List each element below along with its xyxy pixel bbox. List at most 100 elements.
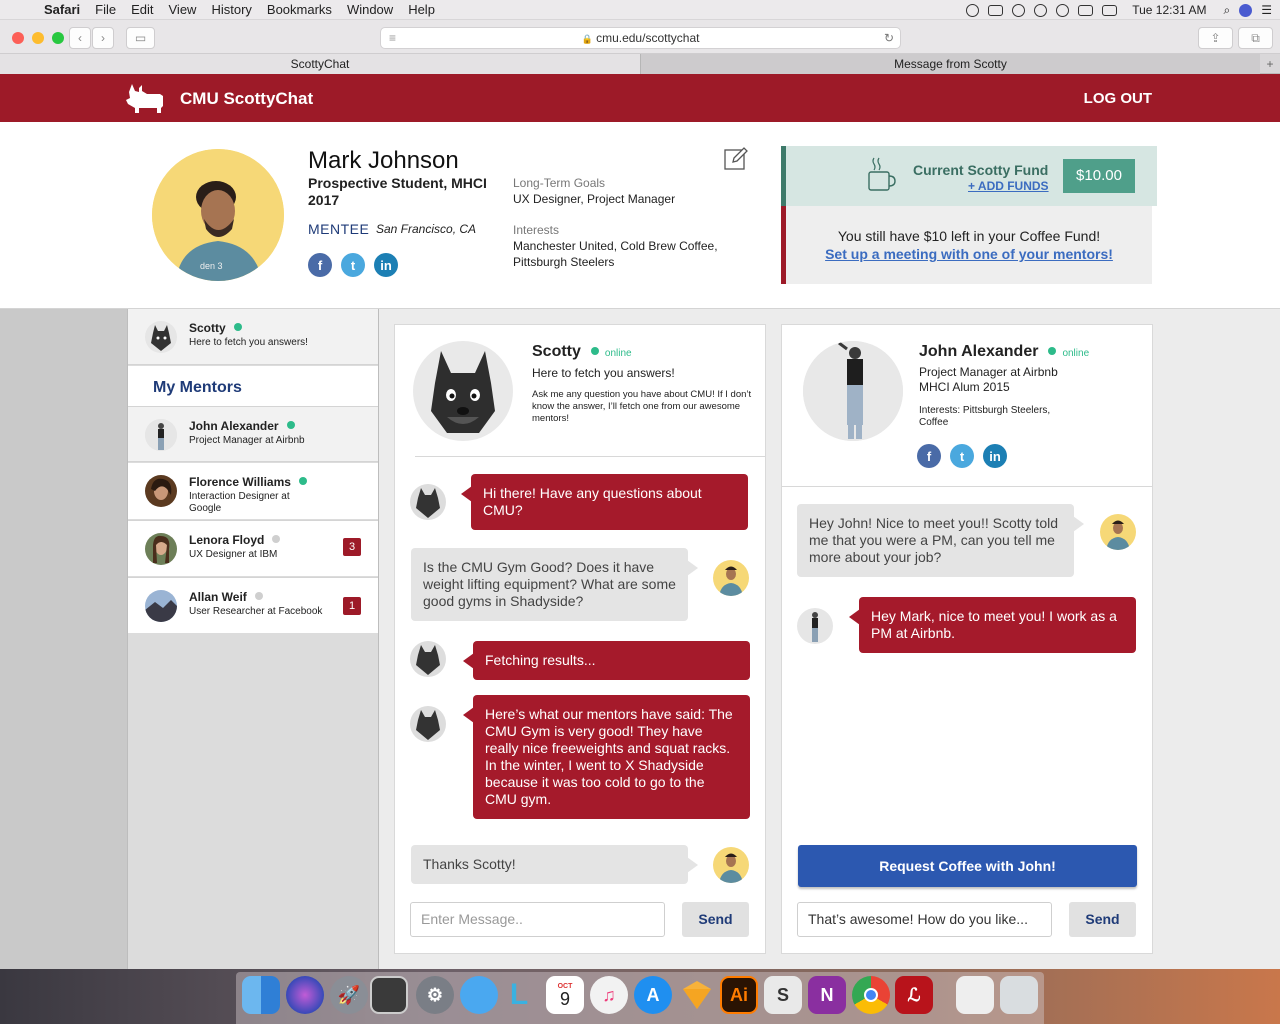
share-icon[interactable]: ⇪ <box>1198 27 1233 49</box>
scotty-tagline: Here to fetch you answers! <box>532 366 675 380</box>
reader-icon[interactable]: ≡ <box>389 28 396 48</box>
scotty-chat-panel: Scotty online Here to fetch you answers! … <box>394 324 766 954</box>
trash-icon[interactable] <box>1000 976 1038 1014</box>
twitter-icon[interactable]: t <box>341 253 365 277</box>
add-funds-link[interactable]: + ADD FUNDS <box>968 179 1049 193</box>
url-text[interactable]: cmu.edu/scottychat <box>596 31 699 45</box>
launchpad-icon[interactable]: 🚀 <box>330 976 368 1014</box>
scrivener-icon[interactable]: S <box>764 976 802 1014</box>
address-bar[interactable]: ≡ 🔒 cmu.edu/scottychat ↻ <box>380 27 901 49</box>
sidebar-item-john-alexander[interactable]: John Alexander Project Manager at Airbnb <box>128 406 378 462</box>
mentor-title: User Researcher at Facebook <box>189 606 323 617</box>
siri-menu-icon[interactable] <box>1239 3 1253 17</box>
close-window-icon[interactable] <box>12 32 24 44</box>
setup-meeting-link[interactable]: Set up a meeting with one of your mentor… <box>786 246 1152 262</box>
notification-center-icon[interactable]: ☰ <box>1261 3 1272 17</box>
wifi-icon[interactable] <box>1056 3 1070 17</box>
menu-view[interactable]: View <box>169 2 197 17</box>
macos-menubar: Safari File Edit View History Bookmarks … <box>0 0 1280 20</box>
profile-location: San Francisco, CA <box>376 222 477 236</box>
online-status-dot <box>298 477 307 485</box>
john-interests: Interests: Pittsburgh Steelers, Coffee <box>919 405 1051 428</box>
chat-message-bot: Hi there! Have any questions about CMU? <box>461 474 748 530</box>
menu-window[interactable]: Window <box>347 2 393 17</box>
tab-overview-icon[interactable]: ⧉ <box>1238 27 1273 49</box>
menu-file[interactable]: File <box>95 2 116 17</box>
sidebar-toggle-icon[interactable]: ▭ <box>126 27 155 49</box>
illustrator-icon[interactable]: Ai <box>720 976 758 1014</box>
menu-help[interactable]: Help <box>408 2 435 17</box>
tab-scottychat[interactable]: ScottyChat <box>0 54 640 74</box>
linkedin-icon[interactable]: in <box>983 444 1007 468</box>
creative-cloud-icon[interactable] <box>966 3 980 17</box>
forward-button[interactable]: › <box>92 27 114 49</box>
john-send-button[interactable]: Send <box>1069 902 1136 937</box>
new-tab-icon[interactable]: + <box>1260 54 1280 74</box>
mentor-name: Florence Williams <box>189 475 307 489</box>
minimize-window-icon[interactable] <box>32 32 44 44</box>
mentor-name: John Alexander <box>189 419 295 433</box>
siri-icon[interactable] <box>286 976 324 1014</box>
browser-tabs: ScottyChat Message from Scotty + <box>0 54 1280 74</box>
online-status-text: online <box>604 348 632 359</box>
online-status-dot <box>1048 347 1057 355</box>
spotlight-search-icon[interactable]: ⌕ <box>1224 3 1231 18</box>
user-message-avatar <box>713 560 749 596</box>
chrome-icon[interactable] <box>852 976 890 1014</box>
calendar-day: 9 <box>559 988 570 1009</box>
facebook-icon[interactable]: f <box>917 444 941 468</box>
scotty-send-button[interactable]: Send <box>682 902 749 937</box>
john-message-input[interactable]: That’s awesome! How do you like... <box>797 902 1052 937</box>
app-name[interactable]: CMU ScottyChat <box>180 89 313 109</box>
menu-edit[interactable]: Edit <box>131 2 153 17</box>
clock[interactable]: Tue 12:31 AM <box>1132 3 1206 17</box>
lynda-icon[interactable]: L <box>500 976 538 1014</box>
reload-icon[interactable]: ↻ <box>884 28 894 48</box>
online-status-dot <box>590 347 599 355</box>
menu-history[interactable]: History <box>211 2 251 17</box>
itunes-icon[interactable]: ♫ <box>590 976 628 1014</box>
online-status-dot <box>286 421 295 429</box>
edit-profile-icon[interactable] <box>723 145 749 171</box>
fund-label: Current Scotty Fund <box>913 162 1049 178</box>
back-button[interactable]: ‹ <box>69 27 91 49</box>
do-not-disturb-icon[interactable] <box>1034 3 1048 17</box>
john-chat-name: John Alexander online <box>919 343 1090 360</box>
photo-icon[interactable] <box>370 976 408 1014</box>
calendar-icon[interactable]: OCT 9 <box>546 976 584 1014</box>
scotty-message-input[interactable]: Enter Message.. <box>410 902 665 937</box>
zoom-window-icon[interactable] <box>52 32 64 44</box>
sidebar-item-scotty[interactable]: Scotty Here to fetch you answers! <box>128 309 378 365</box>
sketch-icon[interactable] <box>678 976 716 1014</box>
sidebar-item-lenora-floyd[interactable]: Lenora Floyd UX Designer at IBM 3 <box>128 520 378 576</box>
linkedin-icon[interactable]: in <box>374 253 398 277</box>
john-alum: MHCI Alum 2015 <box>919 380 1010 394</box>
skype-icon[interactable] <box>1012 3 1026 17</box>
battery-icon[interactable] <box>1102 4 1118 16</box>
twitter-icon[interactable]: t <box>950 444 974 468</box>
logout-button[interactable]: LOG OUT <box>1084 90 1152 107</box>
downloads-icon[interactable] <box>956 976 994 1014</box>
chat-message-user: Thanks Scotty! <box>411 845 698 884</box>
menu-bookmarks[interactable]: Bookmarks <box>267 2 332 17</box>
john-avatar <box>145 419 177 451</box>
fund-amount: $10.00 <box>1063 159 1135 193</box>
airplay-icon[interactable] <box>1078 4 1094 16</box>
sidebar: Scotty Here to fetch you answers! My Men… <box>127 309 379 969</box>
sidebar-item-allan-weif[interactable]: Allan Weif User Researcher at Facebook 1 <box>128 577 378 633</box>
sidebar-item-florence-williams[interactable]: Florence Williams Interaction Designer a… <box>128 463 378 519</box>
menu-app-name[interactable]: Safari <box>44 2 80 17</box>
app-store-icon[interactable]: A <box>634 976 672 1014</box>
system-preferences-icon[interactable]: ⚙ <box>416 976 454 1014</box>
request-coffee-button[interactable]: Request Coffee with John! <box>798 845 1137 887</box>
chat-message-user: Is the CMU Gym Good? Does it have weight… <box>411 548 698 621</box>
facebook-icon[interactable]: f <box>308 253 332 277</box>
tab-message-from-scotty[interactable]: Message from Scotty <box>640 54 1260 74</box>
finder-icon[interactable] <box>242 976 280 1014</box>
acrobat-icon[interactable]: ℒ <box>895 976 933 1014</box>
macos-dock: 🚀 ⚙ L OCT 9 ♫ A Ai S N ℒ <box>0 969 1280 1024</box>
dropbox-icon[interactable] <box>988 4 1004 16</box>
onenote-icon[interactable]: N <box>808 976 846 1014</box>
messages-icon[interactable] <box>460 976 498 1014</box>
lock-icon: 🔒 <box>581 34 593 44</box>
